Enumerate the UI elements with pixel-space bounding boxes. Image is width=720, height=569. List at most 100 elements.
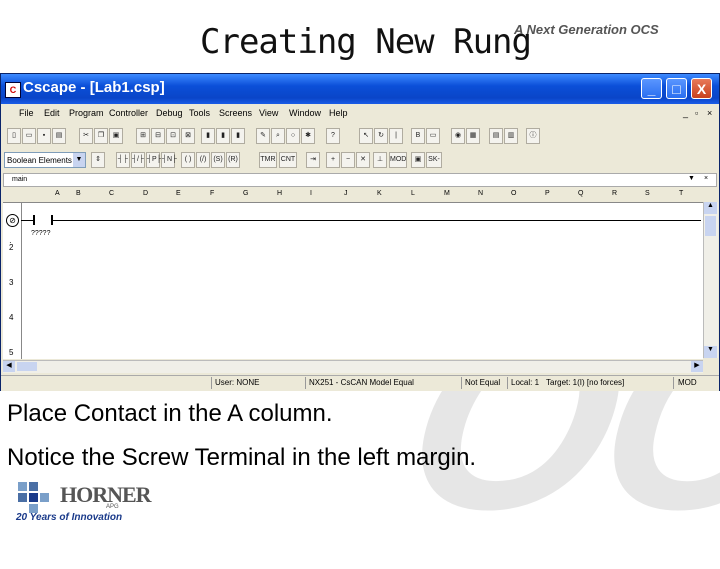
up-down-icon[interactable]: ⇕ [91, 152, 105, 168]
column-label: P [545, 190, 550, 197]
refresh-icon[interactable]: ↻ [374, 128, 388, 144]
debug-icon[interactable]: ✱ [301, 128, 315, 144]
scroll-left-icon[interactable]: ◀ [3, 361, 15, 372]
nc-contact-icon[interactable]: ┤/├ [131, 152, 145, 168]
menu-tools[interactable]: Tools [189, 108, 210, 118]
help-icon[interactable]: ? [326, 128, 340, 144]
bin-icon[interactable]: B [411, 128, 425, 144]
vertical-scrollbar[interactable]: ▲ ▼ [703, 202, 718, 358]
menu-view[interactable]: View [259, 108, 278, 118]
window-titlebar[interactable]: C Cscape - [Lab1.csp] _ □ X [1, 74, 719, 104]
column-label: G [243, 190, 249, 197]
rung-number: 4 [9, 313, 14, 322]
jump-icon[interactable]: ⇥ [306, 152, 320, 168]
run-icon[interactable]: ▮ [201, 128, 215, 144]
menu-controller[interactable]: Controller [109, 108, 148, 118]
set-coil-icon[interactable]: (S) [211, 152, 225, 168]
element-type-select[interactable]: Boolean Elements ▼ [4, 152, 86, 168]
compile-icon[interactable]: ⊠ [181, 128, 195, 144]
config-icon[interactable]: ▥ [504, 128, 518, 144]
tab-close-icon[interactable]: × [704, 175, 708, 182]
timer-button[interactable]: TMR [259, 152, 277, 168]
rung-1-wire [21, 220, 701, 221]
status-mode: MOD [678, 378, 697, 387]
about-icon[interactable]: ⓘ [526, 128, 540, 144]
data-icon[interactable]: ▣ [411, 152, 425, 168]
ladder-editor[interactable]: ⊘ ????? · 2 3 4 5 [3, 202, 703, 359]
mod-button[interactable]: MOD [389, 152, 407, 168]
print-icon[interactable]: ▤ [52, 128, 66, 144]
io-icon[interactable]: ▤ [489, 128, 503, 144]
menu-debug[interactable]: Debug [156, 108, 183, 118]
menu-program[interactable]: Program [69, 108, 104, 118]
hscroll-thumb[interactable] [17, 362, 37, 371]
maximize-button[interactable]: □ [666, 78, 687, 99]
record-icon[interactable]: ◉ [451, 128, 465, 144]
menu-help[interactable]: Help [329, 108, 348, 118]
sk-button[interactable]: SK- [426, 152, 442, 168]
add-rung-icon[interactable]: + [326, 152, 340, 168]
pos-contact-icon[interactable]: ┤P├ [146, 152, 162, 168]
network-icon[interactable]: ⊡ [166, 128, 180, 144]
column-label: N [478, 190, 484, 197]
column-label: M [444, 190, 450, 197]
delete-element-icon[interactable]: ✕ [356, 152, 370, 168]
cut-icon[interactable]: ✂ [79, 128, 93, 144]
new-file-icon[interactable]: ▯ [7, 128, 21, 144]
scroll-thumb[interactable] [705, 216, 716, 236]
status-bar: User: NONE NX251 - CsCAN Model Equal Not… [1, 375, 719, 391]
left-power-rail [21, 203, 22, 359]
remove-rung-icon[interactable]: − [341, 152, 355, 168]
scroll-up-icon[interactable]: ▲ [704, 202, 717, 214]
grid-icon[interactable]: ▦ [466, 128, 480, 144]
coil-icon[interactable]: ( ) [181, 152, 195, 168]
scroll-right-icon[interactable]: ▶ [691, 361, 703, 372]
paste-icon[interactable]: ▣ [109, 128, 123, 144]
chevron-down-icon[interactable]: ▼ [73, 153, 85, 167]
search-icon[interactable]: ○ [286, 128, 300, 144]
menu-edit[interactable]: Edit [44, 108, 60, 118]
logo-tagline: 20 Years of Innovation [16, 512, 123, 523]
screw-terminal-icon[interactable]: ⊘ [6, 214, 19, 227]
counter-button[interactable]: CNT [279, 152, 297, 168]
horner-mark-icon [18, 482, 49, 513]
save-icon[interactable]: ▪ [37, 128, 51, 144]
status-local: Local: 1 [511, 378, 540, 387]
horizontal-scrollbar[interactable]: ◀ ▶ [3, 360, 703, 373]
minimize-button[interactable]: _ [641, 78, 662, 99]
monitor-icon[interactable]: ▭ [426, 128, 440, 144]
column-label: E [176, 190, 181, 197]
reset-coil-icon[interactable]: (R) [226, 152, 240, 168]
mdi-minimize-icon[interactable]: _ [683, 108, 688, 118]
no-contact-icon[interactable]: ┤├ [116, 152, 130, 168]
scroll-down-icon[interactable]: ▼ [704, 346, 717, 358]
close-button[interactable]: X [691, 78, 712, 99]
contact-element[interactable] [33, 215, 53, 225]
edit-icon[interactable]: ✎ [256, 128, 270, 144]
copy-icon[interactable]: ❐ [94, 128, 108, 144]
pointer-icon[interactable]: ↖ [359, 128, 373, 144]
menu-window[interactable]: Window [289, 108, 321, 118]
tab-dropdown-icon[interactable]: ▼ [688, 175, 695, 182]
column-label: I [310, 190, 312, 197]
mdi-close-icon[interactable]: × [707, 108, 712, 118]
open-file-icon[interactable]: ▭ [22, 128, 36, 144]
nc-coil-icon[interactable]: (/) [196, 152, 210, 168]
slide-title: Creating New Rung [200, 22, 532, 62]
find-icon[interactable]: ⌕ [271, 128, 285, 144]
mdi-restore-icon[interactable]: ▫ [695, 108, 698, 118]
wire-icon[interactable]: | [389, 128, 403, 144]
cscape-window: C Cscape - [Lab1.csp] _ □ X File Edit Pr… [0, 73, 720, 391]
tab-main[interactable]: main [12, 176, 27, 183]
rung-number: 2 [9, 243, 14, 252]
branch-icon[interactable]: ⊥ [373, 152, 387, 168]
controller-icon[interactable]: ⊟ [151, 128, 165, 144]
stop-icon[interactable]: ▮ [216, 128, 230, 144]
neg-contact-icon[interactable]: ┤N├ [161, 152, 177, 168]
menu-screens[interactable]: Screens [219, 108, 252, 118]
instruction-line-1: Place Contact in the A column. [7, 400, 333, 427]
standard-toolbar: ▯ ▭ ▪ ▤ ✂ ❐ ▣ ⊞ ⊟ ⊡ ⊠ ▮ ▮ ▮ ✎ ⌕ ○ ✱ ? ↖ … [1, 125, 719, 149]
mode-icon[interactable]: ▮ [231, 128, 245, 144]
menu-file[interactable]: File [19, 108, 34, 118]
program-icon[interactable]: ⊞ [136, 128, 150, 144]
